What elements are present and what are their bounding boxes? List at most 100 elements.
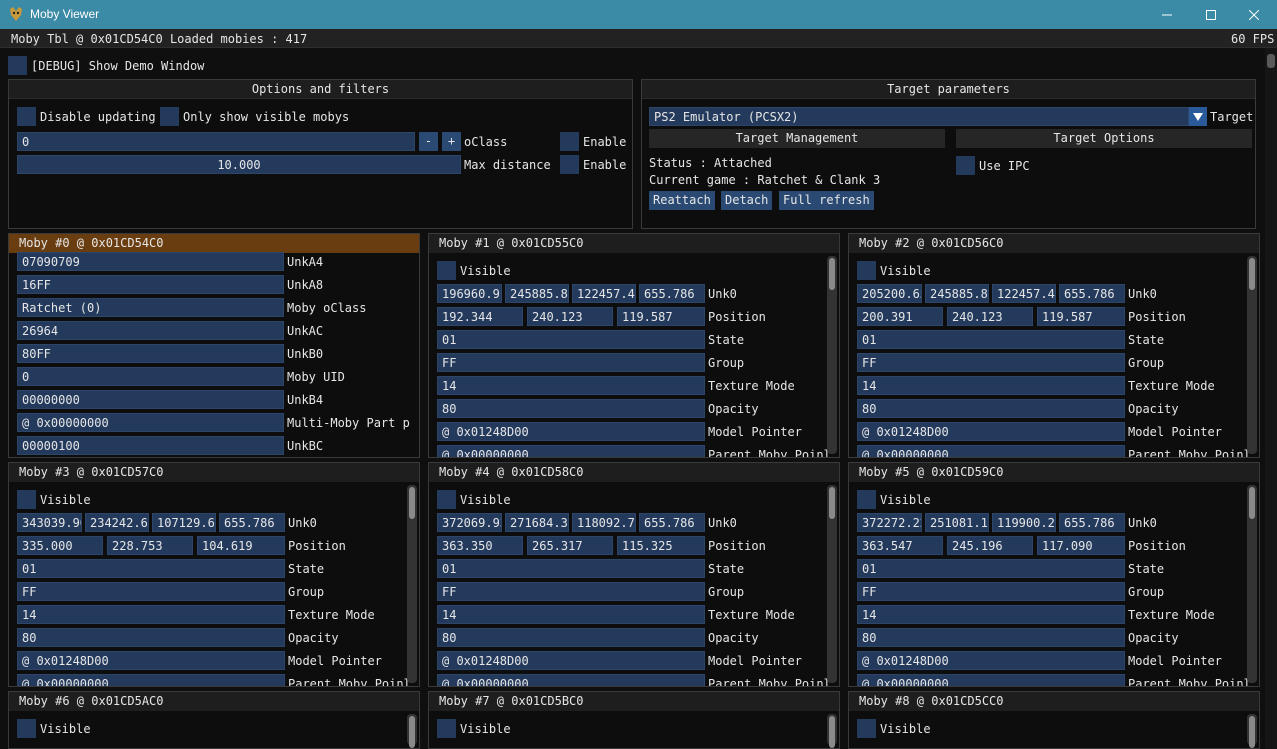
position-field[interactable]: 115.325 [617,536,705,555]
target-combo-arrow[interactable] [1189,107,1207,126]
position-field[interactable]: 335.000 [17,536,103,555]
moby-window-scrollbar-thumb[interactable] [829,258,835,290]
position-field[interactable]: 240.123 [527,307,613,326]
minimize-button[interactable] [1144,0,1190,29]
position-field[interactable]: 119.587 [1037,307,1125,326]
model-field[interactable]: @ 0x01248D00 [437,651,705,670]
moby-window-title[interactable]: Moby #8 @ 0x01CD5CC0 [849,692,1259,711]
visible-checkbox[interactable] [17,719,36,738]
unk0-field[interactable]: 122457.42 [992,284,1056,303]
unk0-field[interactable]: 372272.22 [857,513,922,532]
texture-field[interactable]: 14 [437,605,705,624]
state-field[interactable]: 01 [857,330,1125,349]
texture-field[interactable]: 14 [857,605,1125,624]
visible-checkbox[interactable] [17,490,36,509]
visible-checkbox[interactable] [437,719,456,738]
moby-window-scrollbar[interactable] [407,714,417,748]
position-field[interactable]: 117.090 [1037,536,1125,555]
unk0-field[interactable]: 118092.72 [572,513,636,532]
moby0-field-value[interactable]: 26964 [17,321,284,340]
state-field[interactable]: 01 [437,330,705,349]
unk0-field[interactable]: 655.786 [219,513,285,532]
full-refresh-button[interactable]: Full refresh [779,191,874,210]
moby-window-scrollbar-thumb[interactable] [1249,258,1255,290]
moby-window-title[interactable]: Moby #3 @ 0x01CD57C0 [9,463,419,482]
state-field[interactable]: 01 [857,559,1125,578]
close-button[interactable] [1231,0,1277,29]
texture-field[interactable]: 14 [857,376,1125,395]
moby0-field-value[interactable]: 00000100 [17,436,284,455]
position-field[interactable]: 228.753 [107,536,193,555]
max-distance-enable-checkbox[interactable] [560,155,579,174]
group-field[interactable]: FF [857,353,1125,372]
moby-window-scrollbar-thumb[interactable] [409,487,415,519]
position-field[interactable]: 245.196 [947,536,1033,555]
moby0-field-value[interactable]: 0 [17,367,284,386]
position-field[interactable]: 192.344 [437,307,523,326]
moby-window-title[interactable]: Moby #1 @ 0x01CD55C0 [429,234,839,253]
max-distance-input[interactable]: 10.000 [17,155,461,174]
texture-field[interactable]: 14 [17,605,285,624]
opacity-field[interactable]: 80 [857,628,1125,647]
only-visible-checkbox[interactable] [160,107,179,126]
unk0-field[interactable]: 655.786 [639,284,705,303]
unk0-field[interactable]: 122457.42 [572,284,636,303]
moby-window-scrollbar[interactable] [827,256,837,454]
moby-window-title[interactable]: Moby #5 @ 0x01CD59C0 [849,463,1259,482]
moby-window-scrollbar[interactable] [1247,485,1257,683]
visible-checkbox[interactable] [857,719,876,738]
moby-window-title[interactable]: Moby #6 @ 0x01CD5AC0 [9,692,419,711]
moby0-field-value[interactable]: Ratchet (0) [17,298,284,317]
unk0-field[interactable]: 372069.93 [437,513,502,532]
opacity-field[interactable]: 80 [17,628,285,647]
moby-window-scrollbar[interactable] [827,714,837,748]
moby0-field-value[interactable]: 80FF [17,344,284,363]
unk0-field[interactable]: 119900.23 [992,513,1056,532]
moby-window-scrollbar-thumb[interactable] [1249,487,1255,519]
moby-window-title[interactable]: Moby #0 @ 0x01CD54C0 [9,234,419,253]
visible-checkbox[interactable] [857,261,876,280]
moby-window-scrollbar[interactable] [827,485,837,683]
visible-checkbox[interactable] [437,490,456,509]
group-field[interactable]: FF [857,582,1125,601]
oclass-input[interactable]: 0 [17,132,415,151]
unk0-field[interactable]: 196960.9 [437,284,502,303]
unk0-field[interactable]: 655.786 [1059,284,1125,303]
debug-checkbox[interactable] [8,56,27,75]
parent-field[interactable]: @ 0x00000000 [437,445,705,457]
oclass-minus-button[interactable]: - [419,132,438,151]
maximize-button[interactable] [1188,0,1234,29]
unk0-field[interactable]: 205200.65 [857,284,922,303]
moby0-field-value[interactable]: 00000000 [17,390,284,409]
moby-window-scrollbar-thumb[interactable] [829,487,835,519]
state-field[interactable]: 01 [17,559,285,578]
use-ipc-checkbox[interactable] [956,156,975,175]
target-combo[interactable]: PS2 Emulator (PCSX2) [649,107,1189,126]
reattach-button[interactable]: Reattach [649,191,715,210]
texture-field[interactable]: 14 [437,376,705,395]
detach-button[interactable]: Detach [721,191,773,210]
oclass-plus-button[interactable]: + [442,132,461,151]
unk0-field[interactable]: 343039.96 [17,513,82,532]
moby0-field-value[interactable]: @ 0x00000000 [17,413,284,432]
moby-window-scrollbar[interactable] [1247,256,1257,454]
disable-updating-checkbox[interactable] [17,107,36,126]
model-field[interactable]: @ 0x01248D00 [857,422,1125,441]
oclass-enable-checkbox[interactable] [560,132,579,151]
position-field[interactable]: 363.350 [437,536,523,555]
moby-window-scrollbar[interactable] [1247,714,1257,748]
unk0-field[interactable]: 251081.12 [925,513,989,532]
main-scrollbar-thumb[interactable] [1267,54,1275,68]
moby0-field-value[interactable]: 07090709 [17,252,284,271]
target-management-header[interactable]: Target Management [649,129,945,148]
model-field[interactable]: @ 0x01248D00 [857,651,1125,670]
position-field[interactable]: 200.391 [857,307,943,326]
position-field[interactable]: 240.123 [947,307,1033,326]
parent-field[interactable]: @ 0x00000000 [857,674,1125,686]
group-field[interactable]: FF [437,582,705,601]
visible-checkbox[interactable] [857,490,876,509]
parent-field[interactable]: @ 0x00000000 [437,674,705,686]
group-field[interactable]: FF [437,353,705,372]
unk0-field[interactable]: 245885.85 [505,284,569,303]
parent-field[interactable]: @ 0x00000000 [857,445,1125,457]
